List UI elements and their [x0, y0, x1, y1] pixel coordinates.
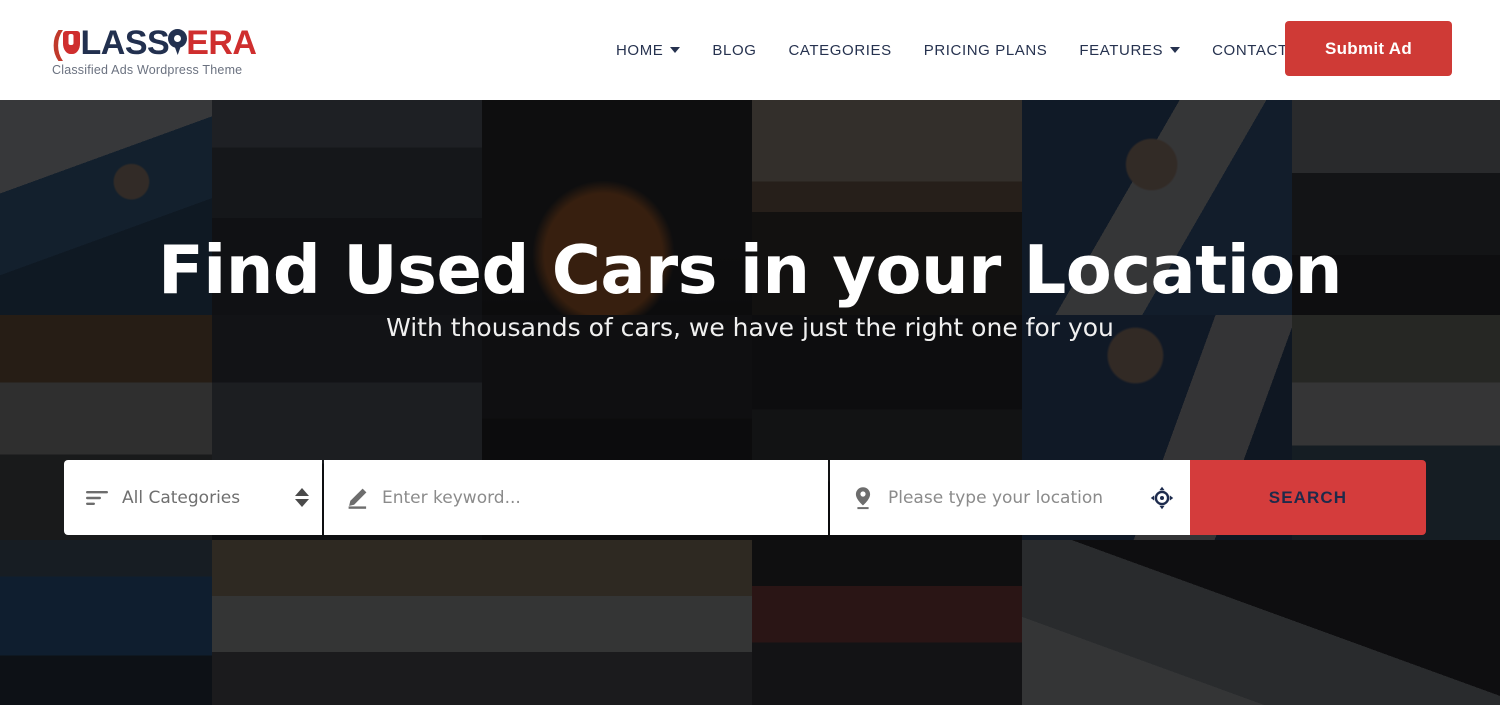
hero-search-bar: All Categories Enter keyword... Please t…	[64, 460, 1434, 535]
category-select-value: All Categories	[122, 487, 241, 508]
hero-subtitle: With thousands of cars, we have just the…	[386, 313, 1114, 342]
nav-item-categories[interactable]: CATEGORIES	[773, 42, 908, 59]
hero-content: Find Used Cars in your Location With tho…	[0, 100, 1500, 705]
site-header: ( LASS ERA Classified Ads Wordpress Them…	[0, 0, 1500, 100]
nav-item-features[interactable]: FEATURES	[1063, 42, 1196, 59]
site-logo[interactable]: ( LASS ERA Classified Ads Wordpress Them…	[52, 25, 302, 77]
nav-label-contact: CONTACT	[1212, 41, 1288, 59]
nav-label-features: FEATURES	[1079, 41, 1164, 59]
search-button[interactable]: SEARCH	[1190, 460, 1426, 535]
nav-label-blog: BLOG	[712, 41, 757, 59]
hero-title: Find Used Cars in your Location	[158, 231, 1343, 309]
location-input[interactable]	[888, 487, 1134, 508]
sort-updown-icon[interactable]	[282, 488, 322, 507]
nav-item-home[interactable]: HOME	[600, 42, 696, 59]
nav-label-home: HOME	[616, 41, 664, 59]
chevron-down-icon	[670, 47, 681, 53]
keyword-input[interactable]	[382, 487, 828, 508]
map-marker-icon	[838, 486, 888, 510]
logo-bracket: (	[52, 24, 63, 61]
category-select[interactable]: All Categories	[64, 460, 322, 535]
logo-wordmark: ( LASS ERA	[52, 26, 302, 60]
nav-label-categories: CATEGORIES	[788, 41, 892, 59]
crosshairs-gps-icon[interactable]	[1134, 486, 1190, 510]
logo-tagline: Classified Ads Wordpress Theme	[52, 62, 243, 77]
keyword-field-wrapper[interactable]	[324, 460, 828, 535]
logo-text-part2: ERA	[186, 23, 257, 62]
shield-icon	[62, 31, 80, 54]
list-filter-icon	[72, 489, 122, 507]
location-field-wrapper[interactable]	[830, 460, 1190, 535]
pencil-icon	[332, 486, 382, 510]
main-navigation: HOME BLOG CATEGORIES PRICING PLANS FEATU…	[600, 0, 1304, 100]
chevron-down-icon	[1170, 47, 1181, 53]
nav-item-pricing-plans[interactable]: PRICING PLANS	[908, 42, 1064, 59]
logo-text-part1: LASS	[80, 23, 170, 62]
hero-section: Find Used Cars in your Location With tho…	[0, 100, 1500, 705]
nav-item-blog[interactable]: BLOG	[696, 42, 772, 59]
submit-ad-button[interactable]: Submit Ad	[1285, 21, 1452, 76]
location-pin-icon	[168, 29, 188, 56]
nav-label-pricing-plans: PRICING PLANS	[923, 41, 1048, 59]
